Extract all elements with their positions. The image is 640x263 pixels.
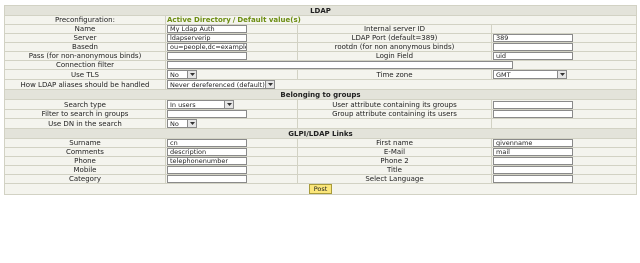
email-label: E-Mail bbox=[298, 148, 491, 156]
chevron-down-icon bbox=[187, 120, 196, 127]
group-filter-label: Filter to search in groups bbox=[5, 110, 165, 118]
preconfiguration-label: Preconfiguration: bbox=[5, 16, 165, 24]
category-label: Category bbox=[5, 175, 165, 183]
internal-server-id-value bbox=[492, 25, 637, 33]
basedn-input[interactable]: ou=people,dc=example,d bbox=[167, 43, 247, 51]
category-input[interactable] bbox=[167, 175, 247, 183]
search-type-label: Search type bbox=[5, 100, 165, 109]
default-values-link[interactable]: Default value(s) bbox=[237, 16, 300, 24]
group-attribute-users-label: Group attribute containing its users bbox=[298, 110, 491, 118]
internal-server-id-label: Internal server ID bbox=[298, 25, 491, 33]
rootdn-input[interactable] bbox=[493, 43, 573, 51]
ldap-port-label: LDAP Port (default=389) bbox=[298, 34, 491, 42]
aliases-value: Never dereferenced (default) bbox=[170, 80, 265, 89]
use-tls-select[interactable]: No bbox=[167, 70, 197, 79]
user-attribute-groups-input[interactable] bbox=[493, 100, 573, 109]
section-title-groups: Belonging to groups bbox=[5, 90, 637, 99]
name-label: Name bbox=[5, 25, 165, 33]
login-field-input[interactable]: uid bbox=[493, 52, 573, 60]
time-zone-select[interactable]: GMT bbox=[493, 70, 567, 79]
title-label: Title bbox=[298, 166, 491, 174]
group-filter-input[interactable] bbox=[167, 110, 247, 118]
email-input[interactable]: mail bbox=[493, 148, 573, 156]
mobile-label: Mobile bbox=[5, 166, 165, 174]
active-directory-link[interactable]: Active Directory bbox=[167, 16, 231, 24]
server-input[interactable]: ldapserverip bbox=[167, 34, 247, 42]
first-name-label: First name bbox=[298, 139, 491, 147]
user-attribute-groups-label: User attribute containing its groups bbox=[298, 100, 491, 109]
password-label: Pass (for non-anonymous binds) bbox=[5, 52, 165, 60]
basedn-label: Basedn bbox=[5, 43, 165, 51]
group-attribute-users-input[interactable] bbox=[493, 110, 573, 118]
connection-filter-label: Connection filter bbox=[5, 61, 165, 69]
aliases-select[interactable]: Never dereferenced (default) bbox=[167, 80, 275, 89]
comments-input[interactable]: description bbox=[167, 148, 247, 156]
use-dn-label: Use DN in the search bbox=[5, 119, 165, 128]
select-language-input[interactable] bbox=[493, 175, 573, 183]
use-dn-select[interactable]: No bbox=[167, 119, 197, 128]
select-language-label: Select Language bbox=[298, 175, 491, 183]
phone-input[interactable]: telephonenumber bbox=[167, 157, 247, 165]
use-tls-value: No bbox=[170, 70, 179, 79]
name-input[interactable]: My Ldap Auth bbox=[167, 25, 247, 33]
ldap-form-table: LDAP Preconfiguration: Active Directory /… bbox=[4, 5, 638, 195]
rootdn-label: rootdn (for non anonymous binds) bbox=[298, 43, 491, 51]
section-title-ldap: LDAP bbox=[5, 6, 637, 15]
phone-label: Phone bbox=[5, 157, 165, 165]
use-tls-label: Use TLS bbox=[5, 70, 165, 79]
title-input[interactable] bbox=[493, 166, 573, 174]
time-zone-value: GMT bbox=[496, 70, 511, 79]
comments-label: Comments bbox=[5, 148, 165, 156]
password-input[interactable] bbox=[167, 52, 247, 60]
chevron-down-icon bbox=[557, 71, 566, 78]
surname-label: Surname bbox=[5, 139, 165, 147]
section-title-links: GLPI/LDAP Links bbox=[5, 129, 637, 138]
ldap-form-panel: LDAP Preconfiguration: Active Directory /… bbox=[4, 5, 638, 195]
surname-input[interactable]: cn bbox=[167, 139, 247, 147]
chevron-down-icon bbox=[224, 101, 233, 108]
first-name-input[interactable]: givenname bbox=[493, 139, 573, 147]
post-button[interactable]: Post bbox=[308, 184, 333, 194]
search-type-select[interactable]: In users bbox=[167, 100, 234, 109]
login-field-label: Login Field bbox=[298, 52, 491, 60]
ldap-port-input[interactable]: 389 bbox=[493, 34, 573, 42]
connection-filter-input[interactable] bbox=[167, 61, 513, 69]
chevron-down-icon bbox=[187, 71, 196, 78]
phone2-label: Phone 2 bbox=[298, 157, 491, 165]
server-label: Server bbox=[5, 34, 165, 42]
search-type-value: In users bbox=[170, 100, 196, 109]
phone2-input[interactable] bbox=[493, 157, 573, 165]
chevron-down-icon bbox=[265, 81, 274, 88]
aliases-label: How LDAP aliases should be handled bbox=[5, 80, 165, 89]
use-dn-value: No bbox=[170, 119, 179, 128]
time-zone-label: Time zone bbox=[298, 70, 491, 79]
mobile-input[interactable] bbox=[167, 166, 247, 174]
